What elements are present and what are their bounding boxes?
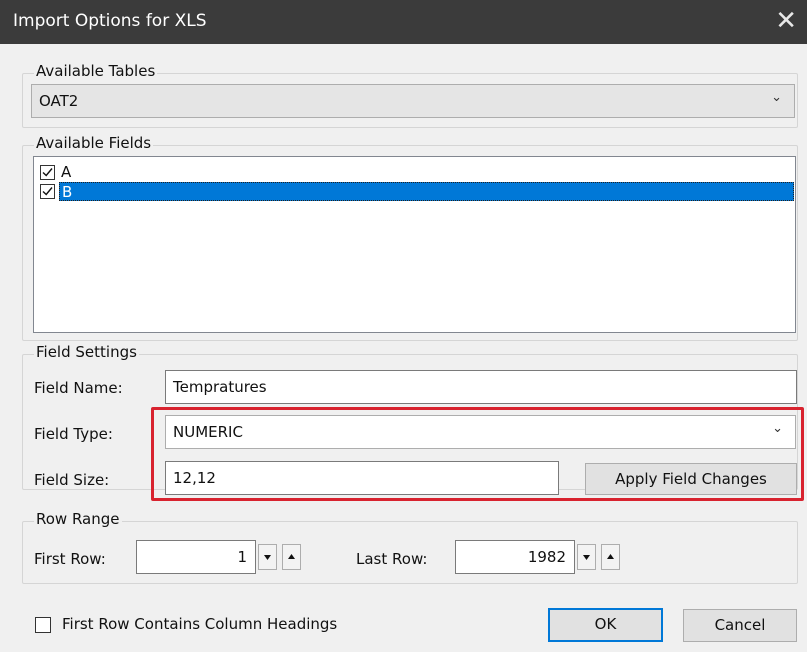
first-row-input[interactable]: 1 — [136, 540, 256, 574]
field-name-value: Tempratures — [173, 378, 267, 396]
field-b-label: B — [62, 183, 73, 201]
caret-down-icon — [264, 555, 271, 560]
list-item[interactable]: B — [35, 182, 794, 201]
window-title: Import Options for XLS — [13, 11, 207, 31]
field-settings-label: Field Settings — [34, 343, 139, 361]
ok-button[interactable]: OK — [548, 608, 663, 642]
first-row-up-button[interactable] — [282, 544, 301, 570]
highlight-box — [151, 407, 804, 501]
caret-down-icon — [583, 555, 590, 560]
check-icon — [42, 187, 53, 196]
field-type-label: Field Type: — [34, 425, 113, 443]
field-a-checkbox[interactable] — [40, 165, 55, 180]
caret-up-icon — [288, 554, 295, 559]
field-a-label: A — [61, 163, 72, 181]
headings-label[interactable]: First Row Contains Column Headings — [62, 615, 337, 633]
first-row-label: First Row: — [34, 550, 106, 568]
close-icon[interactable]: ✕ — [775, 6, 797, 36]
available-tables-value: OAT2 — [39, 92, 79, 110]
field-size-label: Field Size: — [34, 471, 110, 489]
available-tables-label: Available Tables — [34, 62, 158, 80]
list-item[interactable]: A — [35, 163, 794, 182]
field-b-checkbox[interactable] — [40, 184, 55, 199]
available-tables-dropdown[interactable]: OAT2 ⌄ — [31, 84, 795, 118]
last-row-value: 1982 — [527, 548, 566, 566]
caret-up-icon — [607, 554, 614, 559]
row-range-label: Row Range — [34, 510, 122, 528]
check-icon — [42, 168, 53, 177]
cancel-button[interactable]: Cancel — [683, 609, 797, 642]
last-row-up-button[interactable] — [601, 544, 620, 570]
headings-checkbox[interactable] — [35, 617, 51, 633]
last-row-label: Last Row: — [356, 550, 428, 568]
first-row-down-button[interactable] — [258, 544, 277, 570]
selected-row-highlight: B — [59, 182, 794, 201]
available-fields-label: Available Fields — [34, 134, 154, 152]
last-row-down-button[interactable] — [577, 544, 596, 570]
fields-listbox[interactable]: A B — [33, 156, 796, 333]
field-name-label: Field Name: — [34, 379, 123, 397]
field-name-input[interactable]: Tempratures — [165, 370, 797, 404]
first-row-value: 1 — [237, 548, 247, 566]
chevron-down-icon: ⌄ — [771, 90, 782, 105]
title-bar: Import Options for XLS ✕ — [0, 0, 807, 44]
last-row-input[interactable]: 1982 — [455, 540, 575, 574]
